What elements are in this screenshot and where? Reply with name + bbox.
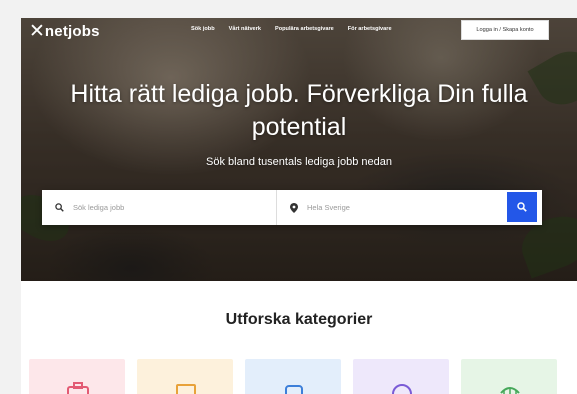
location-pin-icon: [290, 202, 298, 213]
hero-section: ✕ netjobs Sök jobb Vårt nätverk Populära…: [21, 18, 577, 281]
location-field[interactable]: Hela Sverige: [277, 190, 507, 225]
shop-icon: [500, 387, 520, 394]
document-icon: [176, 384, 196, 394]
login-button[interactable]: Logga in / Skapa konto: [461, 20, 549, 40]
categories-title: Utforska kategorier: [225, 311, 373, 328]
category-tile[interactable]: [137, 359, 233, 394]
nav-links: Sök jobb Vårt nätverk Populära arbetsgiv…: [191, 26, 392, 32]
hero-subline: Sök bland tusentals lediga jobb nedan: [206, 156, 392, 168]
category-tiles: [29, 359, 557, 394]
brand-name: netjobs: [44, 23, 100, 40]
category-tile[interactable]: [29, 359, 125, 394]
hero-headline: Hitta rätt lediga jobb. Förverkliga Din …: [70, 80, 528, 141]
job-search-field[interactable]: Sök lediga jobb: [42, 190, 277, 225]
briefcase-icon: [67, 382, 89, 394]
chat-icon: [392, 384, 412, 394]
brand-logo[interactable]: ✕ netjobs: [29, 22, 100, 41]
category-tile[interactable]: [245, 359, 341, 394]
laptop-icon: [285, 385, 303, 394]
hero-overlay: [21, 18, 577, 281]
search-button[interactable]: [507, 192, 537, 222]
nav-link-for-arbetsgivare[interactable]: För arbetsgivare: [348, 26, 392, 32]
nav-link-populara-arbetsgivare[interactable]: Populära arbetsgivare: [275, 26, 334, 32]
top-nav: ✕ netjobs Sök jobb Vårt nätverk Populära…: [21, 18, 577, 44]
category-tile[interactable]: [353, 359, 449, 394]
page-frame: ✕ netjobs Sök jobb Vårt nätverk Populära…: [21, 18, 577, 394]
category-tile[interactable]: [461, 359, 557, 394]
location-placeholder: Hela Sverige: [307, 203, 350, 212]
search-icon: [517, 202, 527, 212]
logo-x-icon: ✕: [29, 21, 45, 42]
nav-link-sok-jobb[interactable]: Sök jobb: [191, 26, 215, 32]
job-search-placeholder: Sök lediga jobb: [73, 203, 125, 212]
search-icon: [55, 203, 64, 212]
search-bar: Sök lediga jobb Hela Sverige: [42, 190, 542, 225]
nav-link-vart-natverk[interactable]: Vårt nätverk: [229, 26, 261, 32]
